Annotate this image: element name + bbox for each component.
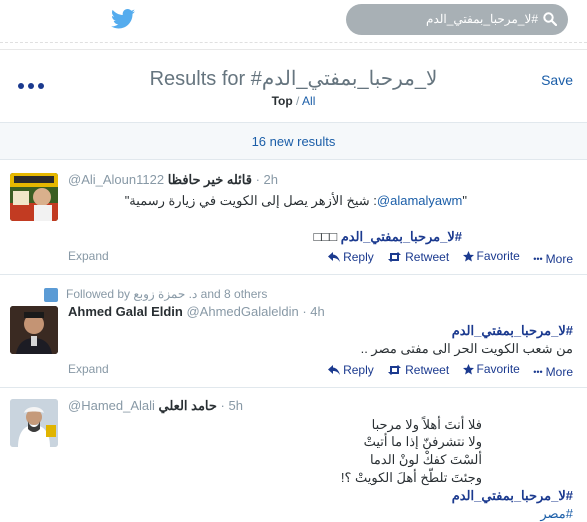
tweet-text: من شعب الكويت الحر الى مفتى مصر .. — [360, 341, 573, 356]
filter-all[interactable]: All — [302, 94, 315, 108]
tweet-hashtag[interactable]: #مصر — [540, 506, 573, 521]
tweet-quote-open: " — [462, 193, 467, 208]
retweet-icon — [388, 364, 402, 375]
tweet-hashtag[interactable]: #لا_مرحبا_بمفتي_الدم — [452, 323, 573, 338]
tweet-author[interactable]: قائله خير حافظا — [168, 172, 252, 187]
poem-line: فلا أنتَ أهلاً ولا مرحبا — [371, 417, 482, 432]
tweet-hashtag-line: #لا_مرحبا_بمفتي_الدم □□□ — [314, 229, 463, 245]
star-icon — [462, 363, 474, 374]
more-label: More — [545, 364, 573, 379]
tweet-mention[interactable]: @alamalyawm — [377, 193, 462, 208]
tweet-handle[interactable]: @AhmedGalaleldin — [186, 304, 298, 319]
retweet-button[interactable]: Retweet — [387, 250, 449, 264]
favorite-button[interactable]: Favorite — [462, 362, 520, 376]
person-icon — [44, 287, 58, 302]
retweet-label: Retweet — [405, 362, 450, 377]
avatar-image — [10, 399, 58, 447]
tweet-text: "@alamalyawm: شيخ الأزهر يصل إلى الكويت … — [125, 193, 467, 209]
top-bar: #لا_مرحبا_بمفتي_الدم — [0, 0, 587, 42]
tweet-time-value: 4h — [310, 304, 325, 319]
tweet-text-body: : شيخ الأزهر يصل إلى الكويت في زيارة رسم… — [124, 193, 377, 208]
twitter-bird-icon[interactable] — [111, 9, 135, 29]
followed-by-name[interactable]: د. حمزة زوبع — [133, 287, 197, 301]
more-dots-small-icon: ••• — [533, 253, 543, 264]
search-results-header: Results for #لا_مرحبا_بمفتي_الدم Top / A… — [0, 51, 587, 123]
tweet-time[interactable]: · 4h — [302, 304, 324, 319]
tweet-hashtag[interactable]: #لا_مرحبا_بمفتي_الدم — [341, 229, 462, 244]
tweet-hashtag[interactable]: #لا_مرحبا_بمفتي_الدم — [452, 488, 573, 503]
favorite-label: Favorite — [476, 249, 520, 263]
avatar[interactable] — [10, 173, 58, 221]
results-query: #لا_مرحبا_بمفتي_الدم — [250, 68, 438, 90]
favorite-button[interactable]: Favorite — [462, 249, 520, 263]
tweet-hashtag-line: #مصر — [540, 506, 573, 522]
tweet-author[interactable]: Ahmed Galal Eldin — [68, 304, 183, 319]
tweet-time[interactable]: · 5h — [221, 398, 243, 413]
filter-separator: / — [292, 94, 303, 108]
tweet-item[interactable]: @Hamed_Alali حامد العلي · 5h فلا أنتَ أه… — [0, 389, 587, 522]
search-query[interactable]: #لا_مرحبا_بمفتي_الدم — [426, 12, 538, 26]
reply-button[interactable]: Reply — [328, 363, 374, 377]
retweet-button[interactable]: Retweet — [387, 363, 449, 377]
tweet-actions: Reply Retweet Favorite ••• More — [318, 362, 573, 379]
followed-by-rest[interactable]: and 8 others — [201, 287, 268, 301]
tweet-time-value: 2h — [263, 172, 279, 187]
tweet-handle[interactable]: @Ali_Aloun1122 — [68, 172, 164, 187]
tweet-header: @Ali_Aloun1122 قائله خير حافظا · 2h — [68, 172, 278, 188]
results-filter: Top / All — [0, 94, 587, 108]
avatar-image — [10, 173, 58, 221]
tweet-actions: Reply Retweet Favorite ••• More — [318, 249, 573, 266]
poem-line: ألسْتَ كفكْ لونْ الدما — [369, 452, 482, 467]
poem-line: ولا نتشرفنّ إذا ما أتيتْ — [363, 434, 482, 449]
tweet-tail: □□□ — [313, 229, 338, 244]
expand-link[interactable]: Expand — [68, 362, 109, 376]
star-icon — [462, 250, 474, 261]
page-title: Results for #لا_مرحبا_بمفتي_الدم — [0, 66, 587, 91]
retweet-icon — [388, 251, 402, 262]
poem-line: وجئتَ تلطّخ أهلَ الكويتْ ؟! — [340, 470, 482, 485]
tweet-header: Ahmed Galal Eldin @AhmedGalaleldin · 4h — [68, 304, 325, 319]
followed-by-label: Followed by — [66, 287, 131, 301]
avatar[interactable] — [10, 306, 58, 354]
more-button[interactable]: ••• More — [533, 252, 573, 266]
tweet-handle[interactable]: @Hamed_Alali — [68, 398, 155, 413]
avatar[interactable] — [10, 399, 58, 447]
tweet-item[interactable]: Followed by د. حمزة زوبع and 8 others Ah… — [0, 276, 587, 388]
reply-icon — [328, 251, 341, 262]
save-button[interactable]: Save — [541, 72, 573, 88]
avatar-image — [10, 306, 58, 354]
retweet-label: Retweet — [405, 249, 450, 264]
tweet-time-value: 5h — [228, 398, 243, 413]
tweet-header: @Hamed_Alali حامد العلي · 5h — [68, 398, 243, 414]
reply-button[interactable]: Reply — [328, 250, 374, 264]
reply-label: Reply — [343, 249, 374, 264]
expand-link[interactable]: Expand — [68, 249, 109, 263]
more-label: More — [545, 251, 573, 266]
filter-top[interactable]: Top — [272, 94, 293, 108]
divider — [0, 42, 587, 50]
tweet-hashtag-line: #لا_مرحبا_بمفتي_الدم — [452, 488, 573, 504]
reply-icon — [328, 364, 341, 375]
search-input[interactable]: #لا_مرحبا_بمفتي_الدم — [346, 4, 568, 35]
followed-by-context: Followed by د. حمزة زوبع and 8 others — [44, 287, 267, 302]
new-results-bar[interactable]: 16 new results — [0, 123, 587, 160]
tweet-hashtag-line: #لا_مرحبا_بمفتي_الدم — [452, 323, 573, 339]
tweet-author[interactable]: حامد العلي — [159, 398, 217, 413]
results-title-prefix: Results for — [149, 68, 251, 90]
more-button[interactable]: ••• More — [533, 365, 573, 379]
search-icon[interactable] — [543, 12, 557, 26]
favorite-label: Favorite — [476, 362, 520, 376]
tweet-item[interactable]: @Ali_Aloun1122 قائله خير حافظا · 2h "@al… — [0, 161, 587, 275]
more-dots-small-icon: ••• — [533, 366, 543, 377]
reply-label: Reply — [343, 362, 374, 377]
tweet-time[interactable]: · 2h — [256, 172, 278, 187]
